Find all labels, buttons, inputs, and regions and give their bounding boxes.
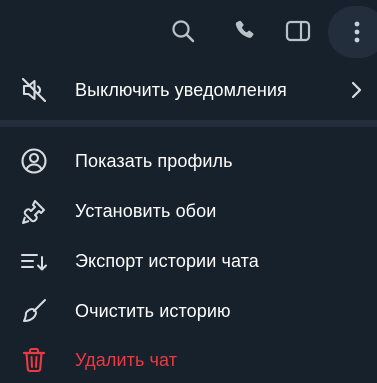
menu-separator [0,120,377,127]
menu-item-set-wallpaper[interactable]: Установить обои [0,186,377,236]
menu-item-clear-history[interactable]: Очистить историю [0,286,377,336]
menu-item-label: Экспорт истории чата [75,250,259,271]
phone-icon [235,20,254,38]
bell-muted-icon [19,75,49,105]
profile-icon [19,146,49,176]
trash-icon [19,345,49,375]
toggle-sidebar-button[interactable] [278,11,318,51]
menu-item-mute-notifications[interactable]: Выключить уведомления [0,65,377,115]
menu-item-label: Очистить историю [75,300,231,321]
menu-item-label: Выключить уведомления [75,79,287,100]
menu-item-show-profile[interactable]: Показать профиль [0,136,377,186]
export-icon [19,246,49,276]
chat-options-menu: Выключить уведомления Показать профиль У… [0,62,377,383]
chat-header-menu-window: Выключить уведомления Показать профиль У… [0,0,377,383]
more-menu-button[interactable] [328,6,377,58]
menu-item-label: Установить обои [75,200,217,221]
search-icon [172,20,195,43]
sidebar-panel-icon [285,20,311,42]
menu-item-label: Удалить чат [75,349,178,370]
menu-item-export-history[interactable]: Экспорт истории чата [0,236,377,286]
search-button[interactable] [163,11,203,51]
broom-icon [19,296,49,326]
chevron-right-icon [349,80,363,100]
brush-icon [19,196,49,226]
menu-item-label: Показать профиль [75,150,233,171]
more-vertical-icon [354,21,360,43]
menu-item-delete-chat[interactable]: Удалить чат [0,335,377,383]
chat-toolbar [0,0,377,62]
call-button[interactable] [225,11,265,51]
